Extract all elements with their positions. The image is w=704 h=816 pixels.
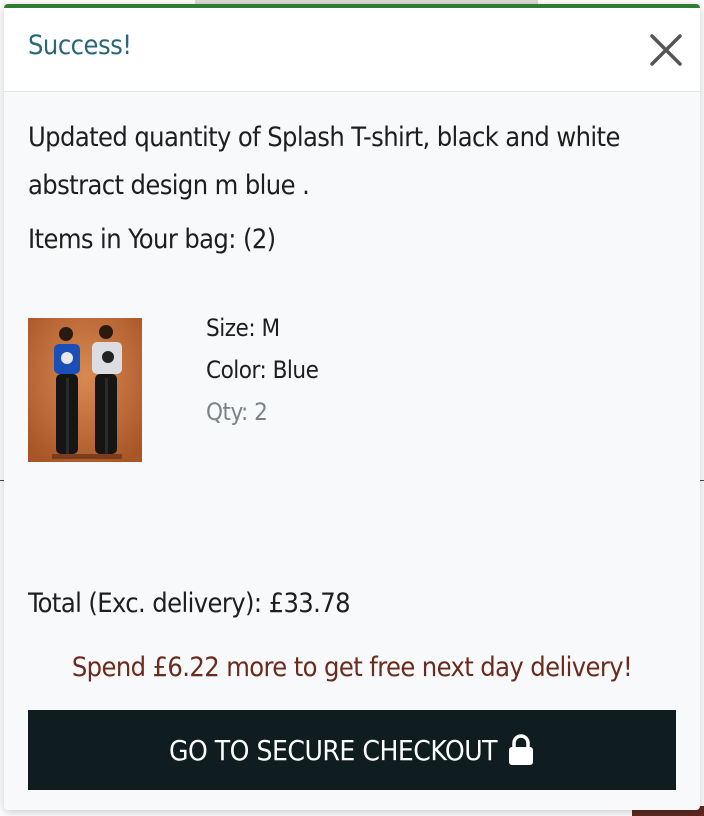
close-button[interactable] — [646, 30, 686, 70]
product-qty: Qty: 2 — [206, 398, 268, 426]
product-size: Size: M — [206, 314, 280, 342]
checkout-button-label: GO TO SECURE CHECKOUT — [168, 733, 498, 767]
bag-item-count: Items in Your bag: (2) — [28, 224, 276, 255]
toast-body: Updated quantity of Splash T-shirt, blac… — [28, 92, 676, 810]
product-image — [28, 318, 142, 462]
toast-header: Success! — [4, 8, 700, 92]
lock-icon — [509, 734, 534, 765]
close-icon — [650, 34, 682, 66]
bag-total: Total (Exc. delivery): £33.78 — [28, 588, 351, 619]
background-divider — [700, 480, 704, 481]
success-toast: Success! Updated quantity of Splash T-sh… — [4, 4, 700, 810]
secure-checkout-button[interactable]: GO TO SECURE CHECKOUT — [28, 710, 676, 790]
toast-message: Updated quantity of Splash T-shirt, blac… — [28, 122, 620, 201]
toast-title: Success! — [28, 30, 132, 61]
product-color: Color: Blue — [206, 356, 319, 384]
free-delivery-note: Spend £6.22 more to get free next day de… — [71, 652, 633, 683]
